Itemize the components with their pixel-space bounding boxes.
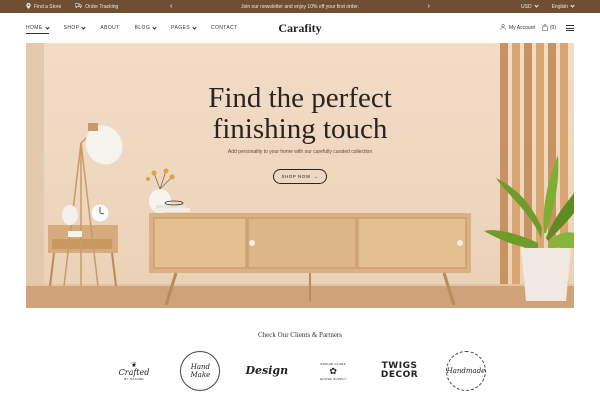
partners-title: Check Our Clients & Partners [258,331,342,339]
chevron-right-icon[interactable]: › [428,3,430,10]
partner-logo-name: Handmade [446,367,486,375]
hero-title-line1: Find the perfect [208,82,392,114]
chevron-down-icon [152,24,157,30]
language-value: English [551,3,568,10]
partner-logo[interactable]: SOPHIE CLARK ✿ HOUSE SUPPLY [309,349,357,393]
chevron-down-icon [81,24,87,30]
partner-logo-tagline: DECOR [380,370,419,380]
flower-icon: ✿ [329,365,337,376]
user-icon [500,24,506,32]
bag-icon [542,23,548,33]
site-header: Carafity HOME SHOP ABOUT BLOG PAGES CONT… [0,13,600,43]
partner-logo-ring: Handmade [445,351,486,391]
chevron-left-icon[interactable]: ‹ [170,3,172,10]
cart-button[interactable]: (0) [542,23,556,33]
hero-title: Find the perfect finishing touch [26,83,574,145]
find-store-label: Find a Store [34,3,62,10]
order-tracking-label: Order Tracking [85,3,119,10]
find-store-link[interactable]: Find a Store [26,2,62,11]
account-label: My Account [509,25,535,31]
cart-count: (0) [549,25,556,31]
partner-logo[interactable]: Design [243,349,291,393]
language-select[interactable]: English [551,3,575,10]
partner-logo[interactable]: Hand Make [176,349,224,393]
nav-about[interactable]: ABOUT [100,25,119,31]
partner-logo-name: Crafted [118,368,150,377]
chevron-down-icon [44,24,50,30]
chevron-down-icon [533,3,539,8]
nav-blog[interactable]: BLOG [134,24,157,31]
hero-title-line2: finishing touch [212,113,388,145]
partners-row: ❦ Crafted BY NATURE Hand Make Design SOP… [110,348,490,394]
nav-contact[interactable]: CONTACT [211,25,238,31]
nav-pages[interactable]: PAGES [171,24,197,31]
hero-banner: Find the perfect finishing touch Add per… [26,43,574,308]
announcement-bar: Find a Store Order Tracking ‹ Join our n… [0,0,600,13]
partner-logo-name: Design [245,364,289,377]
partner-logo-ring: Hand Make [180,351,221,391]
chevron-down-icon [192,24,197,30]
nav-blog-label: BLOG [134,25,151,31]
partner-logo[interactable]: Handmade [442,349,490,393]
partner-logo-tagline: HOUSE SUPPLY [319,376,347,381]
partner-logo-tagline: BY NATURE [124,377,144,381]
currency-select[interactable]: USD [521,3,539,10]
site-logo[interactable]: Carafity [278,21,321,36]
truck-icon [74,3,83,10]
nav-home[interactable]: HOME [26,24,50,34]
order-tracking-link[interactable]: Order Tracking [74,3,119,10]
nav-home-label: HOME [26,25,43,31]
shop-now-label: SHOP NOW [281,174,311,179]
currency-value: USD [521,3,532,10]
account-link[interactable]: My Account [500,24,535,32]
nav-about-label: ABOUT [100,25,120,31]
nav-shop[interactable]: SHOP [63,24,87,31]
menu-icon[interactable] [566,25,574,31]
arrow-right-icon: → [313,174,319,179]
pin-icon [26,2,31,11]
nav-shop-label: SHOP [63,25,80,31]
nav-contact-label: CONTACT [210,25,238,31]
partner-logo[interactable]: ❦ Crafted BY NATURE [110,349,158,393]
nav-pages-label: PAGES [171,25,190,31]
main-nav: HOME SHOP ABOUT BLOG PAGES CONTACT [26,13,238,43]
hero-subtitle: Add personality to your home with our ca… [227,149,373,155]
partner-logo[interactable]: TWIGS DECOR [376,349,424,393]
shop-now-button[interactable]: SHOP NOW → [273,169,327,184]
partner-logo-name: Hand Make [190,363,211,379]
chevron-down-icon [570,3,575,8]
announcement-text: Join our newsletter and enjoy 10% off yo… [240,3,360,10]
